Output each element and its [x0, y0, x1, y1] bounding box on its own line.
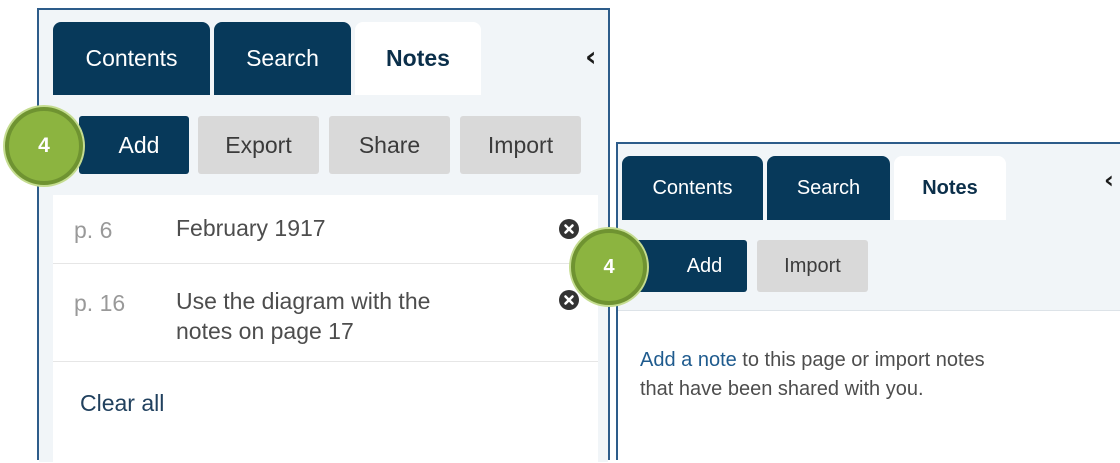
message-line: that have been shared with you. — [640, 378, 924, 400]
notes-panel-left: Contents Search Notes ‹ Add Export Share… — [37, 8, 610, 463]
clear-row: Clear all — [53, 361, 598, 463]
export-button[interactable]: Export — [198, 116, 319, 174]
button-label: Add — [686, 254, 723, 277]
notes-panel-right: Contents Search Notes ‹ Add Import Add a… — [616, 142, 1120, 460]
clear-all-link[interactable]: Clear all — [80, 390, 164, 417]
chevron-left-icon[interactable]: ‹ — [1104, 166, 1114, 194]
empty-notes-message: Add a note to this page or import notes … — [640, 346, 985, 404]
step-badge: 4 — [571, 229, 647, 305]
note-page: p. 16 — [74, 290, 126, 316]
tab-notes[interactable]: Notes — [355, 22, 481, 95]
tab-label: Search — [796, 176, 861, 199]
panel-gutter — [39, 195, 53, 462]
note-text-line: Use the diagram with the — [176, 288, 431, 314]
tab-search[interactable]: Search — [767, 156, 890, 220]
tab-contents[interactable]: Contents — [622, 156, 763, 220]
tab-search[interactable]: Search — [214, 22, 351, 95]
tab-label: Contents — [85, 45, 178, 71]
chevron-left-icon[interactable]: ‹ — [585, 40, 597, 73]
button-label: Import — [487, 131, 554, 158]
note-text: February 1917 — [176, 215, 326, 241]
tab-notes[interactable]: Notes — [894, 156, 1006, 220]
note-page: p. 6 — [74, 217, 113, 243]
add-button[interactable]: Add — [79, 116, 189, 174]
share-button[interactable]: Share — [329, 116, 450, 174]
tab-contents[interactable]: Contents — [53, 22, 210, 95]
button-label: Add — [118, 131, 160, 158]
step-badge: 4 — [5, 107, 83, 185]
tab-label: Contents — [652, 176, 733, 199]
import-button[interactable]: Import — [460, 116, 581, 174]
tab-label: Notes — [386, 45, 450, 71]
add-button[interactable]: Add — [636, 240, 747, 292]
note-text-line: notes on page 17 — [176, 318, 354, 344]
button-label: Export — [225, 131, 292, 158]
tab-label: Search — [246, 45, 319, 71]
button-label: Share — [358, 131, 421, 158]
import-button[interactable]: Import — [757, 240, 868, 292]
close-circle-icon[interactable] — [559, 290, 579, 310]
note-item[interactable]: p. 6 February 1917 — [53, 195, 598, 263]
message-text: to this page or import notes — [736, 349, 985, 371]
button-label: Import — [784, 254, 841, 277]
message-line: Add a note to this page or import notes — [640, 346, 985, 375]
close-circle-icon[interactable] — [559, 219, 579, 239]
tab-label: Notes — [922, 176, 978, 199]
note-item[interactable]: p. 16 Use the diagram with the notes on … — [53, 263, 598, 362]
add-note-link[interactable]: Add a note — [640, 349, 737, 371]
